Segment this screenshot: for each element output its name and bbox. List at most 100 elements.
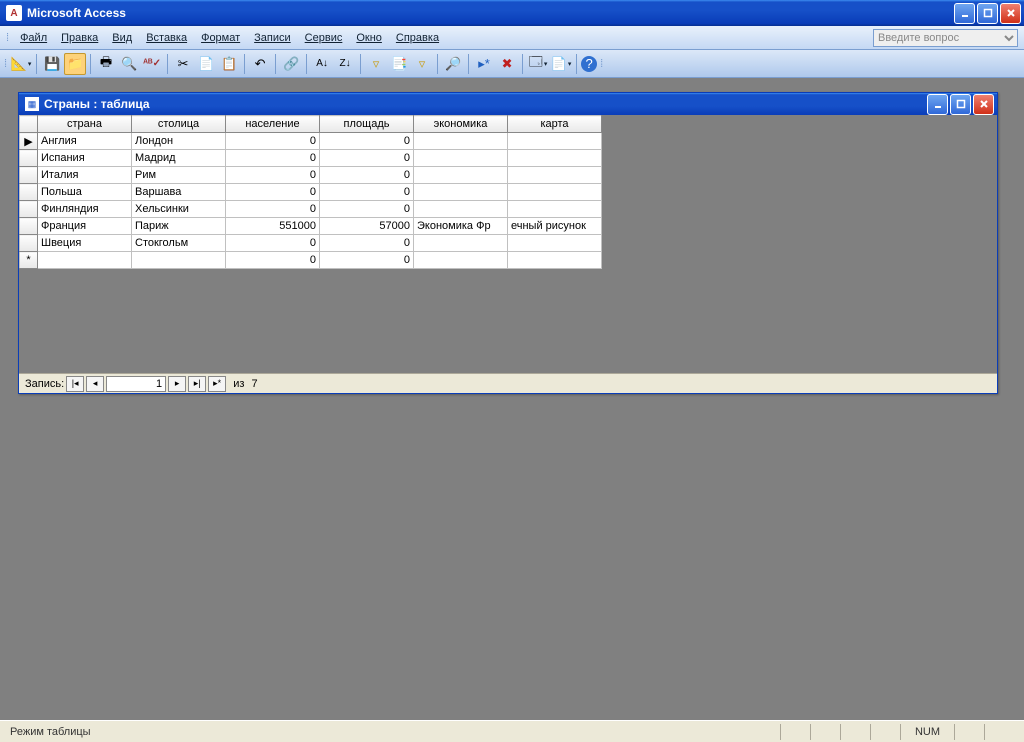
menu-help[interactable]: Справка [389,29,446,47]
column-header[interactable]: страна [38,116,132,133]
cell[interactable]: 0 [226,252,320,269]
cell[interactable]: 0 [320,201,414,218]
spellcheck-button[interactable]: ᴬᴮ✓ [141,53,163,75]
menu-service[interactable]: Сервис [298,29,350,47]
cell[interactable]: Стокгольм [132,235,226,252]
print-button[interactable]: 🖶 [95,53,117,75]
cell[interactable]: ечный рисунок [508,218,602,235]
save-button[interactable]: 💾 [41,53,63,75]
hyperlink-button[interactable]: 🔗 [280,53,302,75]
column-header[interactable]: площадь [320,116,414,133]
cell[interactable]: 0 [226,184,320,201]
cell[interactable] [508,252,602,269]
cell[interactable]: 0 [226,167,320,184]
sort-desc-button[interactable]: Z↓ [334,53,356,75]
print-preview-button[interactable]: 🔍 [118,53,140,75]
cell[interactable]: Варшава [132,184,226,201]
menu-edit[interactable]: Правка [54,29,105,47]
cell[interactable] [414,167,508,184]
cell[interactable] [508,235,602,252]
row-selector[interactable] [20,184,38,201]
child-minimize-button[interactable] [927,94,948,115]
close-button[interactable] [1000,3,1021,24]
menu-insert[interactable]: Вставка [139,29,194,47]
cell[interactable]: Франция [38,218,132,235]
cell[interactable] [414,150,508,167]
child-maximize-button[interactable] [950,94,971,115]
cell[interactable]: 551000 [226,218,320,235]
copy-button[interactable]: 📄 [195,53,217,75]
maximize-button[interactable] [977,3,998,24]
cell[interactable]: 0 [226,201,320,218]
help-search[interactable]: Введите вопрос [873,29,1018,47]
row-selector[interactable] [20,150,38,167]
recnav-current-input[interactable] [106,376,166,392]
cell[interactable] [508,133,602,150]
sort-asc-button[interactable]: A↓ [311,53,333,75]
apply-filter-button[interactable]: ▿ [411,53,433,75]
cell[interactable]: 0 [226,235,320,252]
cell[interactable]: Мадрид [132,150,226,167]
recnav-last-button[interactable]: ▸| [188,376,206,392]
filter-selection-button[interactable]: ▿ [365,53,387,75]
cell[interactable]: 0 [320,235,414,252]
cell[interactable]: Рим [132,167,226,184]
menu-records[interactable]: Записи [247,29,298,47]
cell[interactable] [414,252,508,269]
column-header[interactable]: столица [132,116,226,133]
cell[interactable] [38,252,132,269]
cell[interactable]: Швеция [38,235,132,252]
cell[interactable] [414,184,508,201]
cell[interactable]: 0 [320,184,414,201]
row-selector[interactable]: ▶ [20,133,38,150]
recnav-prev-button[interactable]: ◂ [86,376,104,392]
child-close-button[interactable] [973,94,994,115]
datasheet[interactable]: странастолицанаселениеплощадьэкономикака… [19,115,602,269]
cell[interactable]: 57000 [320,218,414,235]
undo-button[interactable]: ↶ [249,53,271,75]
menu-view[interactable]: Вид [105,29,139,47]
cell[interactable] [132,252,226,269]
cell[interactable]: Италия [38,167,132,184]
minimize-button[interactable] [954,3,975,24]
help-search-select[interactable]: Введите вопрос [873,29,1018,47]
cut-button[interactable]: ✂ [172,53,194,75]
row-selector[interactable]: * [20,252,38,269]
recnav-new-button[interactable]: ▸* [208,376,226,392]
row-selector[interactable] [20,167,38,184]
cell[interactable]: Хельсинки [132,201,226,218]
paste-button[interactable]: 📋 [218,53,240,75]
cell[interactable]: Париж [132,218,226,235]
row-selector[interactable] [20,235,38,252]
open-button[interactable]: 📁 [64,53,86,75]
menu-format[interactable]: Формат [194,29,247,47]
menu-file[interactable]: Файл [13,29,54,47]
find-button[interactable]: 🔎 [442,53,464,75]
cell[interactable] [508,150,602,167]
recnav-next-button[interactable]: ▸ [168,376,186,392]
new-record-button[interactable]: ▸* [473,53,495,75]
cell[interactable]: 0 [226,150,320,167]
cell[interactable]: 0 [320,150,414,167]
cell[interactable]: 0 [226,133,320,150]
cell[interactable]: Лондон [132,133,226,150]
column-header[interactable]: население [226,116,320,133]
new-object-button[interactable]: 📄 [550,53,572,75]
menu-window[interactable]: Окно [349,29,389,47]
cell[interactable] [414,201,508,218]
cell[interactable]: Польша [38,184,132,201]
cell[interactable]: 0 [320,133,414,150]
row-selector[interactable] [20,218,38,235]
row-selector[interactable] [20,201,38,218]
database-window-button[interactable]: 🗔 [527,53,549,75]
filter-form-button[interactable]: 📑 [388,53,410,75]
help-button[interactable]: ? [581,56,597,72]
delete-record-button[interactable]: ✖ [496,53,518,75]
cell[interactable]: Экономика Фр [414,218,508,235]
cell[interactable] [508,184,602,201]
cell[interactable]: 0 [320,252,414,269]
column-header[interactable]: экономика [414,116,508,133]
cell[interactable]: Англия [38,133,132,150]
cell[interactable] [508,201,602,218]
cell[interactable]: 0 [320,167,414,184]
